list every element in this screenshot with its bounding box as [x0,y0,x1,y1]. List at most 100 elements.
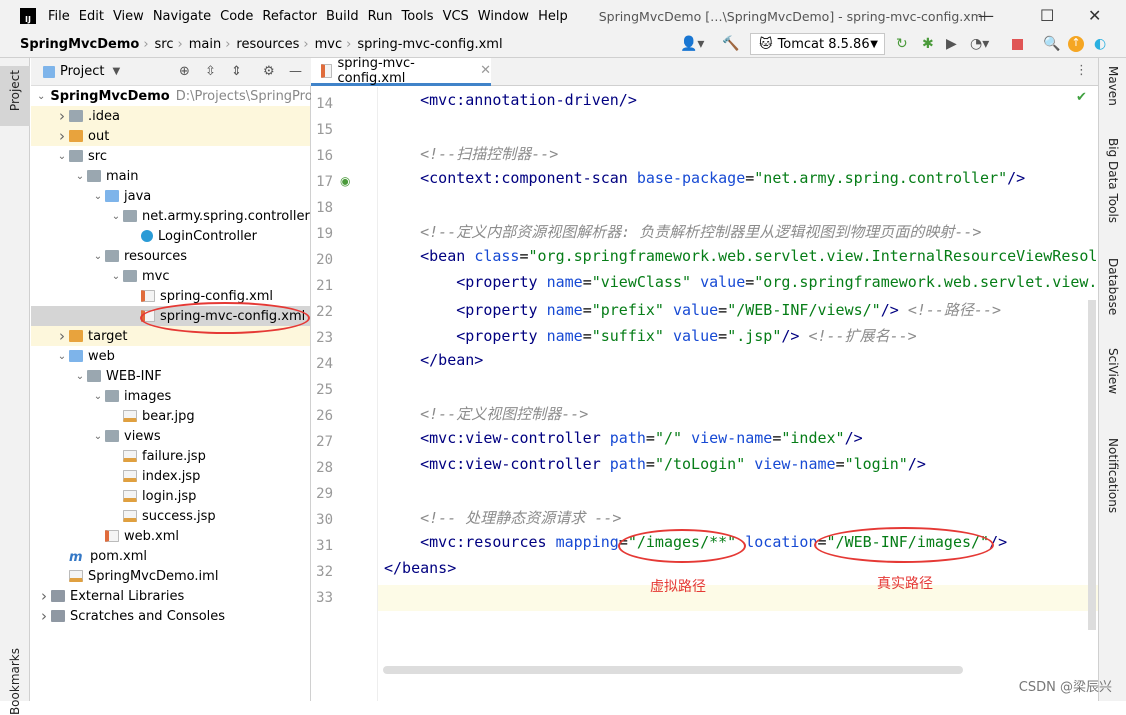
hide-icon[interactable]: — [289,64,302,79]
close-button[interactable]: ✕ [1088,6,1101,25]
tree-item[interactable]: ⌄ SpringMvcDemo D:\Projects\SpringProj [31,86,316,106]
menu-edit[interactable]: Edit [79,9,104,24]
tree-item[interactable]: m pom.xml [31,546,310,566]
tree-item[interactable]: ⌄ main [31,166,310,186]
coverage-icon[interactable]: ▶ [946,36,957,52]
menu-help[interactable]: Help [538,9,568,24]
tool-maven[interactable]: Maven [1106,66,1120,106]
tree-item[interactable]: bear.jpg [31,406,310,426]
chevron-down-icon[interactable]: ⌄ [109,271,123,282]
breadcrumb-item[interactable]: resources [236,37,299,52]
fold-icon [123,210,137,222]
tree-item[interactable]: login.jsp [31,486,310,506]
menu-refactor[interactable]: Refactor [262,9,317,24]
tree-item[interactable]: spring-config.xml [31,286,310,306]
code-token-pl: = [519,247,529,265]
rerun-icon[interactable]: ↻ [896,36,908,52]
tree-item[interactable]: ⌄ java [31,186,310,206]
chevron-down-icon[interactable]: ⌄ [37,91,45,102]
tree-item[interactable]: › out [31,126,310,146]
tree-item-label: .idea [88,108,120,124]
spring-bean-gutter-icon[interactable]: ◉ [340,174,350,188]
chevron-down-icon[interactable]: ⌄ [91,431,105,442]
tree-item[interactable]: LoginController [31,226,310,246]
chevron-down-icon[interactable]: ⌄ [109,211,123,222]
locate-icon[interactable]: ⊕ [179,64,190,79]
menu-build[interactable]: Build [326,9,359,24]
tab-spring-mvc-config[interactable]: spring-mvc-config.xml ✕ [311,56,491,86]
tree-item[interactable]: › External Libraries [31,586,310,606]
project-view-select[interactable]: Project [60,64,104,79]
profile-icon[interactable]: ◔▾ [970,36,989,52]
tree-item[interactable]: web.xml [31,526,310,546]
chevron-right-icon[interactable]: › [55,327,69,345]
chevron-down-icon[interactable]: ⌄ [73,171,87,182]
expand-all-icon[interactable]: ⇳ [205,64,216,79]
breadcrumb-item[interactable]: spring-mvc-config.xml [357,37,502,52]
no-problems-check-icon: ✔ [1076,90,1087,105]
menu-run[interactable]: Run [368,9,393,24]
chevron-right-icon[interactable]: › [37,587,51,605]
chevron-down-icon[interactable]: ⌄ [55,151,69,162]
menu-vcs[interactable]: VCS [443,9,469,24]
tree-item[interactable]: › .idea [31,106,310,126]
tree-item[interactable]: ⌄ mvc [31,266,310,286]
tool-big-data-tools[interactable]: Big Data Tools [1106,138,1120,223]
tool-notifications[interactable]: Notifications [1106,438,1120,513]
tree-item[interactable]: ⌄ WEB-INF [31,366,310,386]
breadcrumb-item[interactable]: src [155,37,174,52]
collapse-all-icon[interactable]: ⇕ [231,64,242,79]
maximize-button[interactable]: ☐ [1040,6,1054,25]
close-tab-icon[interactable]: ✕ [480,63,491,78]
tree-item[interactable]: ⌄ images [31,386,310,406]
breadcrumb-item[interactable]: SpringMvcDemo [20,37,139,52]
toolbox-icon[interactable]: ◐ [1094,36,1106,52]
breadcrumb-item[interactable]: main [189,37,221,52]
more-tabs-icon[interactable]: ⋮ [1075,63,1088,78]
tree-item[interactable]: index.jsp [31,466,310,486]
search-icon[interactable]: 🔍 [1043,36,1060,52]
chevron-down-icon[interactable]: ⌄ [91,391,105,402]
bookmarks-tool-button[interactable]: Bookmarks [8,648,22,715]
chevron-down-icon[interactable]: ⌄ [73,371,87,382]
chevron-down-icon[interactable]: ▼ [112,66,120,77]
run-configuration-select[interactable]: 🐱 Tomcat 8.5.86 ▼ [750,33,885,55]
tree-item[interactable]: success.jsp [31,506,310,526]
menu-code[interactable]: Code [220,9,253,24]
menu-tools[interactable]: Tools [402,9,434,24]
tool-sciview[interactable]: SciView [1106,348,1120,394]
vertical-scrollbar[interactable] [1088,300,1096,630]
tree-item[interactable]: SpringMvcDemo.iml [31,566,310,586]
tree-item[interactable]: ⌄ views [31,426,310,446]
menu-view[interactable]: View [113,9,144,24]
fold-blue-icon [69,350,83,362]
menu-navigate[interactable]: Navigate [153,9,211,24]
tree-item[interactable]: ⌄ resources [31,246,310,266]
tool-database[interactable]: Database [1106,258,1120,315]
tree-item[interactable]: ⌄ src [31,146,310,166]
breadcrumb-item[interactable]: mvc [315,37,343,52]
chevron-down-icon[interactable]: ⌄ [55,351,69,362]
gear-icon[interactable]: ⚙ [263,64,275,79]
chevron-down-icon[interactable]: ⌄ [91,191,105,202]
build-hammer-icon[interactable]: 🔨 [722,36,739,52]
minimize-button[interactable]: — [978,6,994,25]
chevron-right-icon[interactable]: › [37,607,51,625]
chevron-right-icon[interactable]: › [55,107,69,125]
code-editor[interactable]: <mvc:annotation-driven/> <!--扫描控制器--> <c… [378,87,1098,701]
horizontal-scrollbar[interactable] [383,666,963,674]
tree-item[interactable]: › Scratches and Consoles [31,606,310,626]
tree-item[interactable]: failure.jsp [31,446,310,466]
project-tool-button[interactable]: Project [0,66,30,126]
menu-file[interactable]: File [48,9,70,24]
debug-icon[interactable]: ✱ [922,36,934,52]
chevron-down-icon[interactable]: ⌄ [91,251,105,262]
update-icon[interactable]: ↑ [1068,36,1084,52]
tree-item[interactable]: ⌄ web [31,346,310,366]
stop-icon[interactable] [1012,39,1023,50]
tree-item[interactable]: ⌄ net.army.spring.controller [31,206,310,226]
user-icon[interactable]: 👤▾ [680,36,704,52]
menu-window[interactable]: Window [478,9,529,24]
chevron-right-icon[interactable]: › [55,127,69,145]
